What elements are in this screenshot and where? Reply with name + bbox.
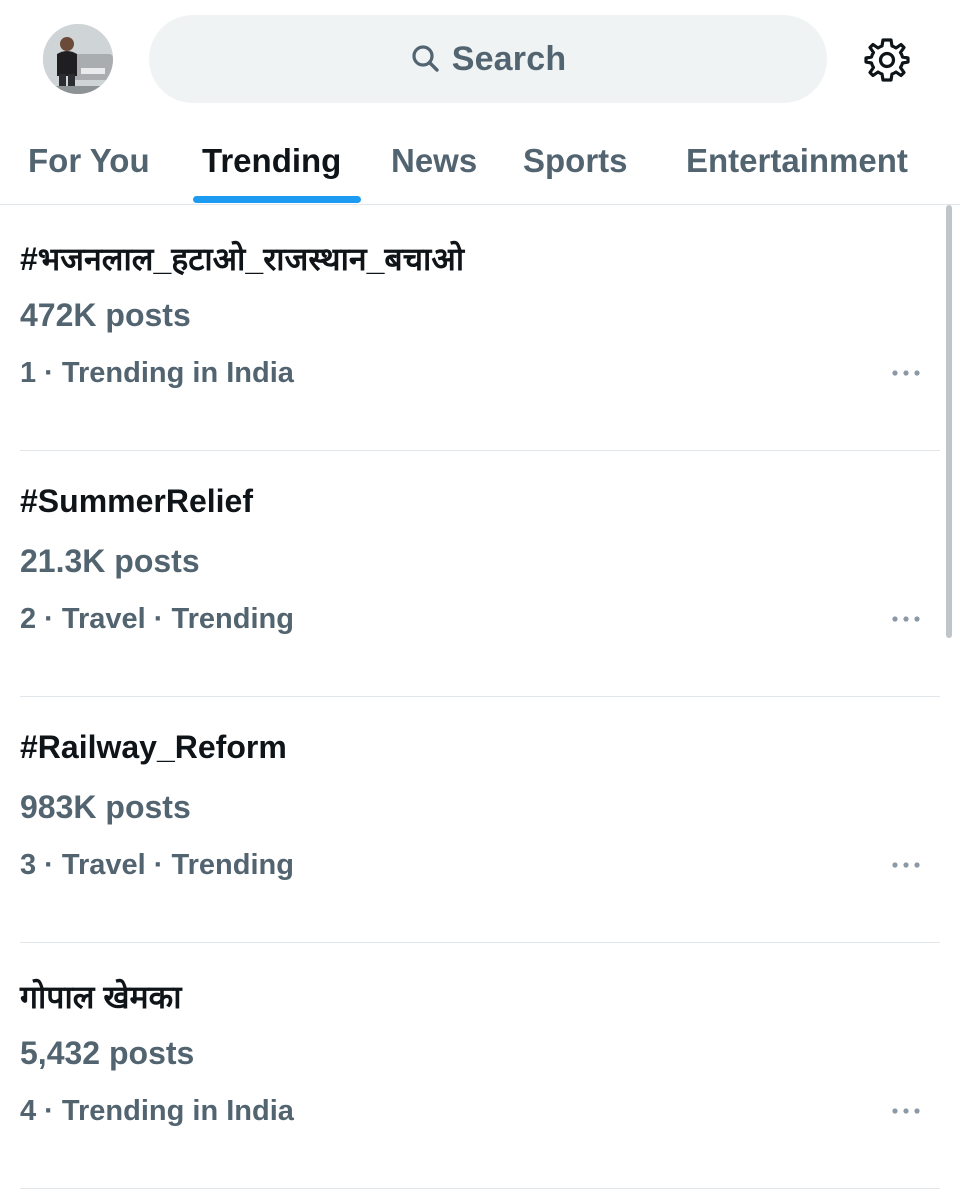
trend-context: 1 · Trending in India xyxy=(20,357,294,389)
trend-name: #Railway_Reform xyxy=(20,729,287,765)
tab-trending[interactable]: Trending xyxy=(202,118,341,204)
trend-post-count: 5,432 posts xyxy=(20,1035,195,1071)
gear-icon xyxy=(864,38,910,82)
profile-avatar[interactable] xyxy=(43,24,113,94)
trends-list: #भजनलाल_हटाओ_राजस्थान_बचाओ 472K posts 1 … xyxy=(0,205,960,1189)
search-bar[interactable]: Search xyxy=(149,15,827,103)
more-options-icon[interactable] xyxy=(890,611,922,627)
trend-item[interactable]: #भजनलाल_हटाओ_राजस्थान_बचाओ 472K posts 1 … xyxy=(20,205,940,451)
search-placeholder: Search xyxy=(451,39,567,78)
tab-news[interactable]: News xyxy=(391,118,477,204)
settings-button[interactable] xyxy=(862,35,912,85)
more-options-icon[interactable] xyxy=(890,1103,922,1119)
tab-bar: For You Trending News Sports Entertainme… xyxy=(0,118,960,205)
trend-context: 2 · Travel · Trending xyxy=(20,603,294,635)
tab-sports[interactable]: Sports xyxy=(523,118,628,204)
more-options-icon[interactable] xyxy=(890,365,922,381)
active-tab-indicator xyxy=(193,196,361,203)
trend-item[interactable]: गोपाल खेमका 5,432 posts 4 · Trending in … xyxy=(20,943,940,1189)
trend-name: #भजनलाल_हटाओ_राजस्थान_बचाओ xyxy=(20,241,465,277)
scrollbar-thumb[interactable] xyxy=(946,205,952,638)
trend-post-count: 21.3K posts xyxy=(20,543,200,579)
tab-entertainment[interactable]: Entertainment xyxy=(686,118,908,204)
more-options-icon[interactable] xyxy=(890,857,922,873)
trend-name: #SummerRelief xyxy=(20,483,253,519)
trend-context: 3 · Travel · Trending xyxy=(20,849,294,881)
trend-name: गोपाल खेमका xyxy=(20,979,182,1015)
trend-item[interactable]: #SummerRelief 21.3K posts 2 · Travel · T… xyxy=(20,451,940,697)
trend-post-count: 983K posts xyxy=(20,789,191,825)
trend-context: 4 · Trending in India xyxy=(20,1095,294,1127)
top-bar: Search xyxy=(0,0,960,118)
trend-post-count: 472K posts xyxy=(20,297,191,333)
avatar-photo xyxy=(43,24,113,94)
tab-for-you[interactable]: For You xyxy=(28,118,150,204)
search-icon xyxy=(410,43,442,75)
trend-item[interactable]: #Railway_Reform 983K posts 3 · Travel · … xyxy=(20,697,940,943)
